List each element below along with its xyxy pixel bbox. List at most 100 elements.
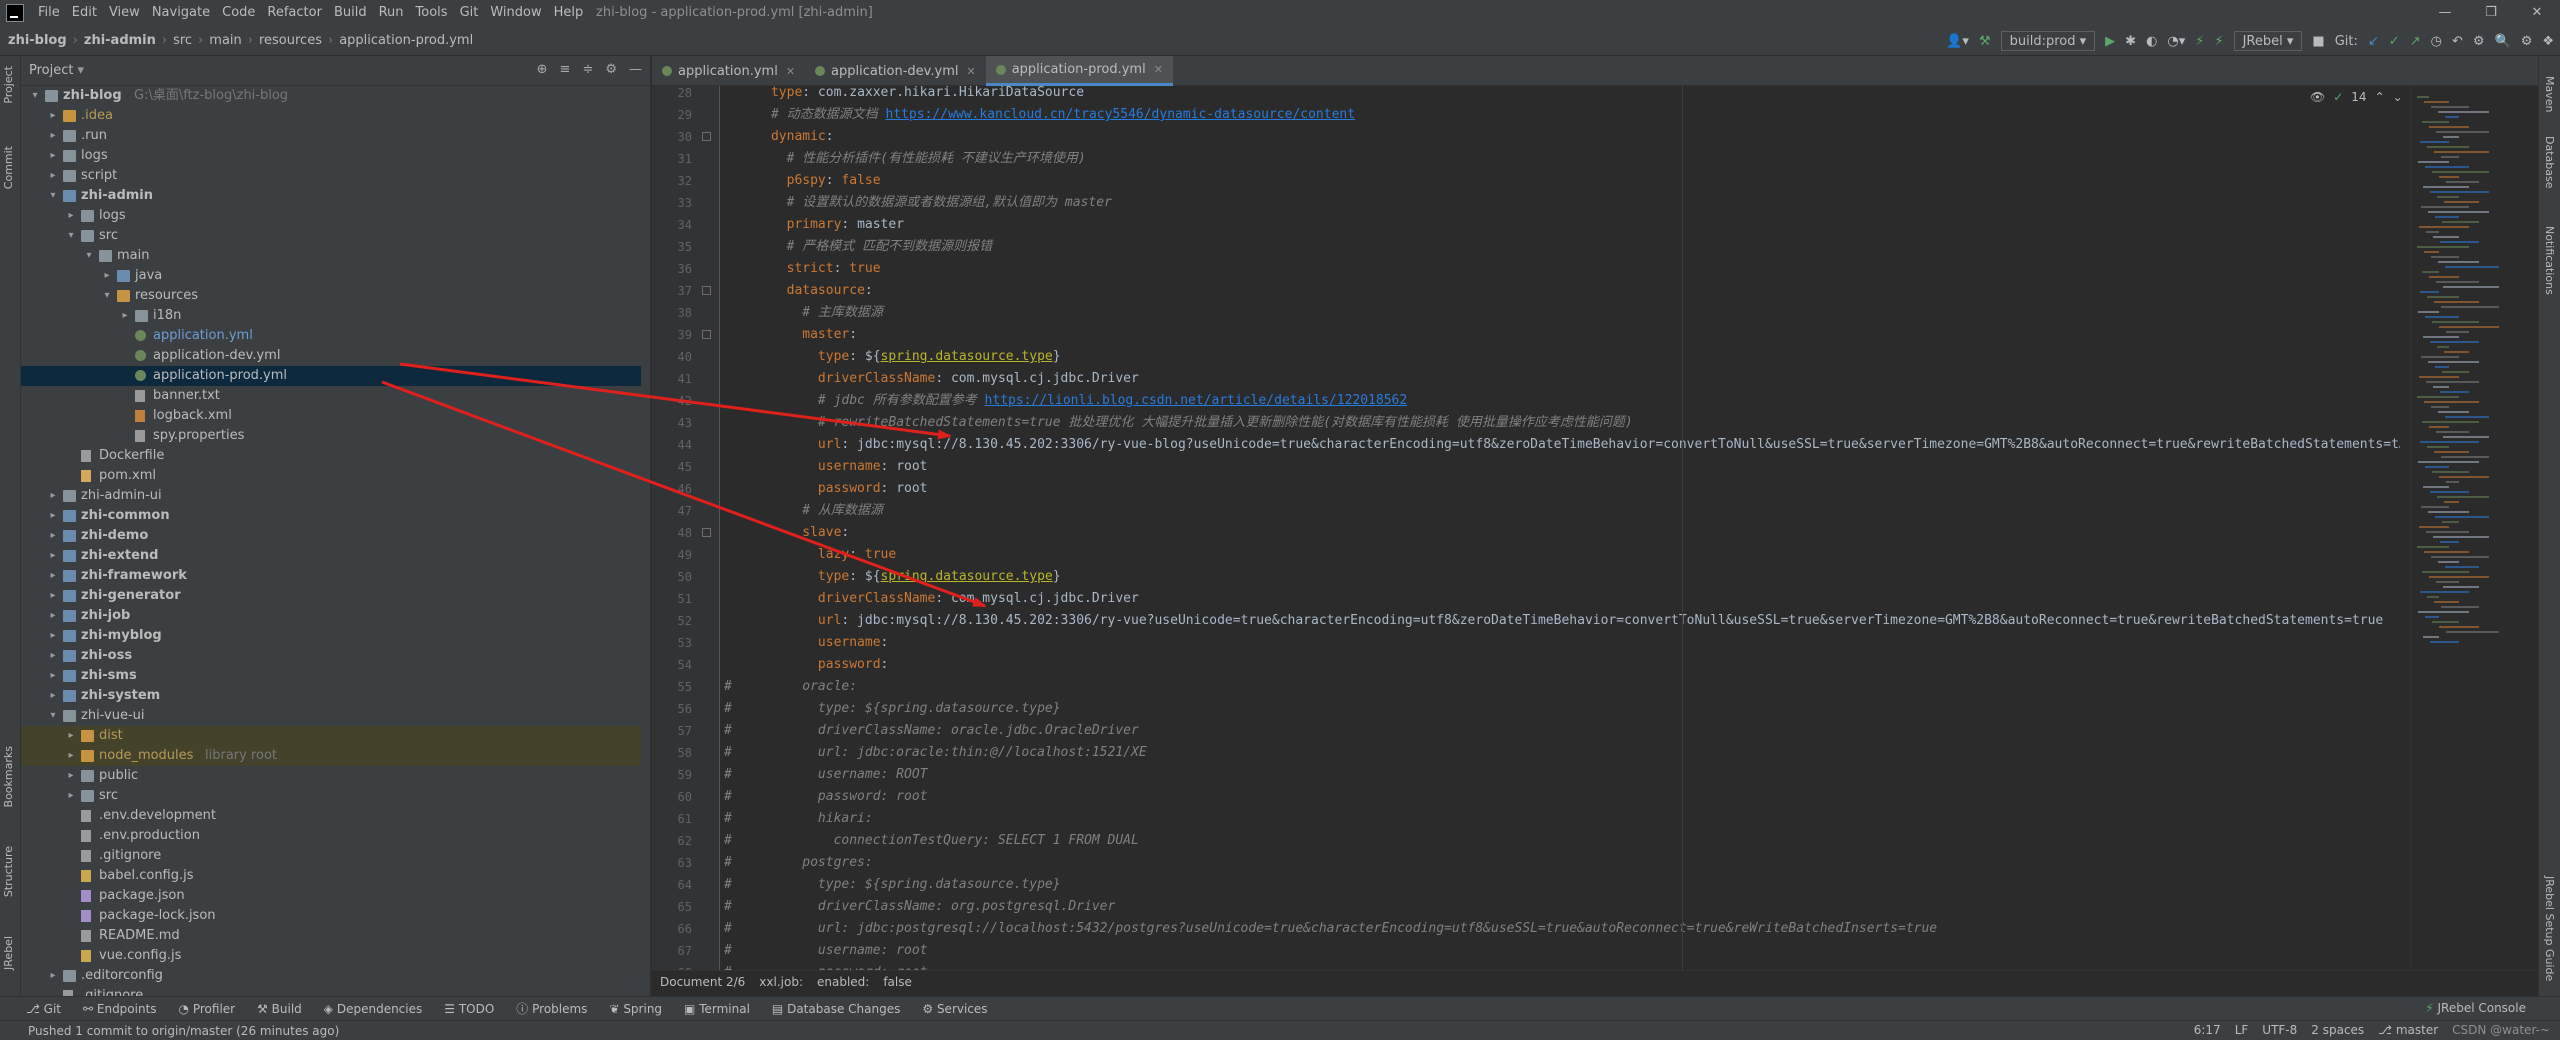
breadcrumb-file[interactable]: application-prod.yml [339, 33, 473, 48]
commit-tool-tab[interactable]: Commit [2, 146, 15, 189]
tree-node[interactable]: application-prod.yml [21, 366, 641, 386]
tree-node[interactable]: application.yml [21, 326, 641, 346]
breadcrumb-src[interactable]: src [173, 33, 192, 48]
problems-tool-button[interactable]: ⓘ Problems [516, 1000, 587, 1017]
menu-tools[interactable]: Tools [410, 0, 454, 26]
close-tab-icon[interactable]: ✕ [966, 65, 975, 78]
fold-marker-icon[interactable] [702, 528, 711, 537]
tree-node[interactable]: ▾ zhi-blog G:\桌面\ftz-blog\zhi-blog [21, 86, 641, 106]
breadcrumb-main[interactable]: main [209, 33, 241, 48]
chevron-right-icon[interactable]: ▸ [47, 566, 59, 586]
chevron-right-icon[interactable]: ▸ [47, 666, 59, 686]
tree-node[interactable]: ▾ main [21, 246, 641, 266]
chevron-right-icon[interactable]: ▸ [47, 166, 59, 186]
tree-node[interactable]: ▸ zhi-generator [21, 586, 641, 606]
database-tool-tab[interactable]: Database [2543, 136, 2556, 189]
maximize-icon[interactable]: ❐ [2468, 0, 2514, 26]
user-icon[interactable]: 👤▾ [1946, 34, 1969, 49]
yaml-path-2[interactable]: enabled: [817, 975, 869, 989]
chevron-down-icon[interactable]: ▾ [83, 246, 95, 266]
menu-navigate[interactable]: Navigate [146, 0, 216, 26]
jrebel-run-icon[interactable]: ⚡ [2195, 34, 2204, 49]
git-push-icon[interactable]: ↗ [2410, 34, 2421, 49]
build-hammer-icon[interactable]: ⚒ [1979, 34, 1991, 49]
caret-position[interactable]: 6:17 [2194, 1023, 2221, 1037]
menu-build[interactable]: Build [328, 0, 373, 26]
close-tab-icon[interactable]: ✕ [786, 65, 795, 78]
git-commit-icon[interactable]: ✓ [2389, 34, 2400, 49]
tree-node[interactable]: ▸ i18n [21, 306, 641, 326]
git-update-icon[interactable]: ↙ [2368, 34, 2379, 49]
terminal-tool-button[interactable]: ▣ Terminal [684, 1002, 750, 1016]
chevron-right-icon[interactable]: ▸ [47, 546, 59, 566]
chevron-right-icon[interactable]: ▸ [47, 686, 59, 706]
down-icon[interactable]: ⌄ [2393, 90, 2403, 104]
tree-node[interactable]: ▸ zhi-myblog [21, 626, 641, 646]
chevron-right-icon[interactable]: ▸ [47, 606, 59, 626]
tree-node[interactable]: babel.config.js [21, 866, 641, 886]
tree-node[interactable]: .env.development [21, 806, 641, 826]
tree-node[interactable]: ▸ zhi-sms [21, 666, 641, 686]
menu-file[interactable]: File [32, 0, 66, 26]
code-minimap[interactable] [2410, 86, 2538, 970]
profile-icon[interactable]: ◔▾ [2167, 34, 2185, 49]
yaml-path-1[interactable]: xxl.job: [759, 975, 803, 989]
jrebel-setup-tool-tab[interactable]: JRebel Setup Guide [2543, 876, 2556, 981]
chevron-right-icon[interactable]: ▸ [65, 206, 77, 226]
tree-node[interactable]: .gitignore [21, 846, 641, 866]
tree-node[interactable]: ▾ zhi-admin [21, 186, 641, 206]
breadcrumb-resources[interactable]: resources [259, 33, 322, 48]
tree-node[interactable]: spy.properties [21, 426, 641, 446]
tree-node[interactable]: package.json [21, 886, 641, 906]
yaml-path-3[interactable]: false [883, 975, 912, 989]
tree-node[interactable]: logback.xml [21, 406, 641, 426]
rollback-icon[interactable]: ↶ [2452, 34, 2463, 49]
chevron-right-icon[interactable]: ▸ [119, 306, 131, 326]
tree-node[interactable]: ▸ logs [21, 206, 641, 226]
jrebel-tool-tab[interactable]: JRebel [2, 936, 15, 970]
git-tool-button[interactable]: ⎇ Git [26, 1002, 61, 1016]
tree-node[interactable]: ▸ script [21, 166, 641, 186]
tree-node[interactable]: ▸ zhi-job [21, 606, 641, 626]
status-message[interactable]: Pushed 1 commit to origin/master (26 min… [28, 1024, 339, 1038]
tree-node[interactable]: .env.production [21, 826, 641, 846]
settings-icon[interactable]: ⚙ [2473, 34, 2485, 49]
fold-marker-icon[interactable] [702, 330, 711, 339]
breadcrumb-project[interactable]: zhi-blog [8, 33, 67, 48]
menu-edit[interactable]: Edit [66, 0, 103, 26]
dependencies-tool-button[interactable]: ◈ Dependencies [324, 1002, 422, 1016]
chevron-right-icon[interactable]: ▸ [47, 146, 59, 166]
extra-icon[interactable]: ❖ [2542, 34, 2554, 49]
tree-node[interactable]: pom.xml [21, 466, 641, 486]
chevron-down-icon[interactable]: ▾ [65, 226, 77, 246]
profiler-tool-button[interactable]: ◔ Profiler [179, 1002, 236, 1016]
chevron-right-icon[interactable]: ▸ [47, 526, 59, 546]
git-branch[interactable]: ⎇ master [2378, 1023, 2438, 1037]
tree-node[interactable]: Dockerfile [21, 446, 641, 466]
database-changes-tool-button[interactable]: ▤ Database Changes [772, 1002, 900, 1016]
tree-node[interactable]: ▾ resources [21, 286, 641, 306]
tree-node[interactable]: ▸ .idea [21, 106, 641, 126]
debug-icon[interactable]: ✱ [2125, 34, 2136, 49]
editor-tab[interactable]: application-prod.yml ✕ [985, 56, 1173, 86]
tree-node[interactable]: ▸ zhi-admin-ui [21, 486, 641, 506]
code-token[interactable]: https://lionli.blog.csdn.net/article/det… [985, 393, 1408, 408]
history-icon[interactable]: ◷ [2431, 34, 2442, 49]
services-tool-button[interactable]: ⚙ Services [922, 1002, 987, 1016]
locate-icon[interactable]: ⊕ [537, 62, 548, 77]
chevron-right-icon[interactable]: ▸ [47, 126, 59, 146]
breadcrumb-module[interactable]: zhi-admin [84, 33, 156, 48]
gear-icon[interactable]: ⚙ [605, 62, 617, 77]
run-config-select[interactable]: build:prod ▾ [2000, 31, 2096, 51]
tree-node[interactable]: README.md [21, 926, 641, 946]
code-editor[interactable]: type: com.zaxxer.hikari.HikariDataSource… [720, 86, 2400, 970]
run-icon[interactable]: ▶ [2105, 34, 2115, 49]
chevron-right-icon[interactable]: ▸ [47, 506, 59, 526]
menu-help[interactable]: Help [548, 0, 590, 26]
expand-all-icon[interactable]: ≡ [560, 62, 571, 77]
chevron-right-icon[interactable]: ▸ [47, 586, 59, 606]
chevron-right-icon[interactable]: ▸ [65, 786, 77, 806]
project-tool-tab[interactable]: Project [2, 66, 15, 104]
structure-tool-tab[interactable]: Structure [2, 846, 15, 897]
chevron-down-icon[interactable]: ▾ [101, 286, 113, 306]
